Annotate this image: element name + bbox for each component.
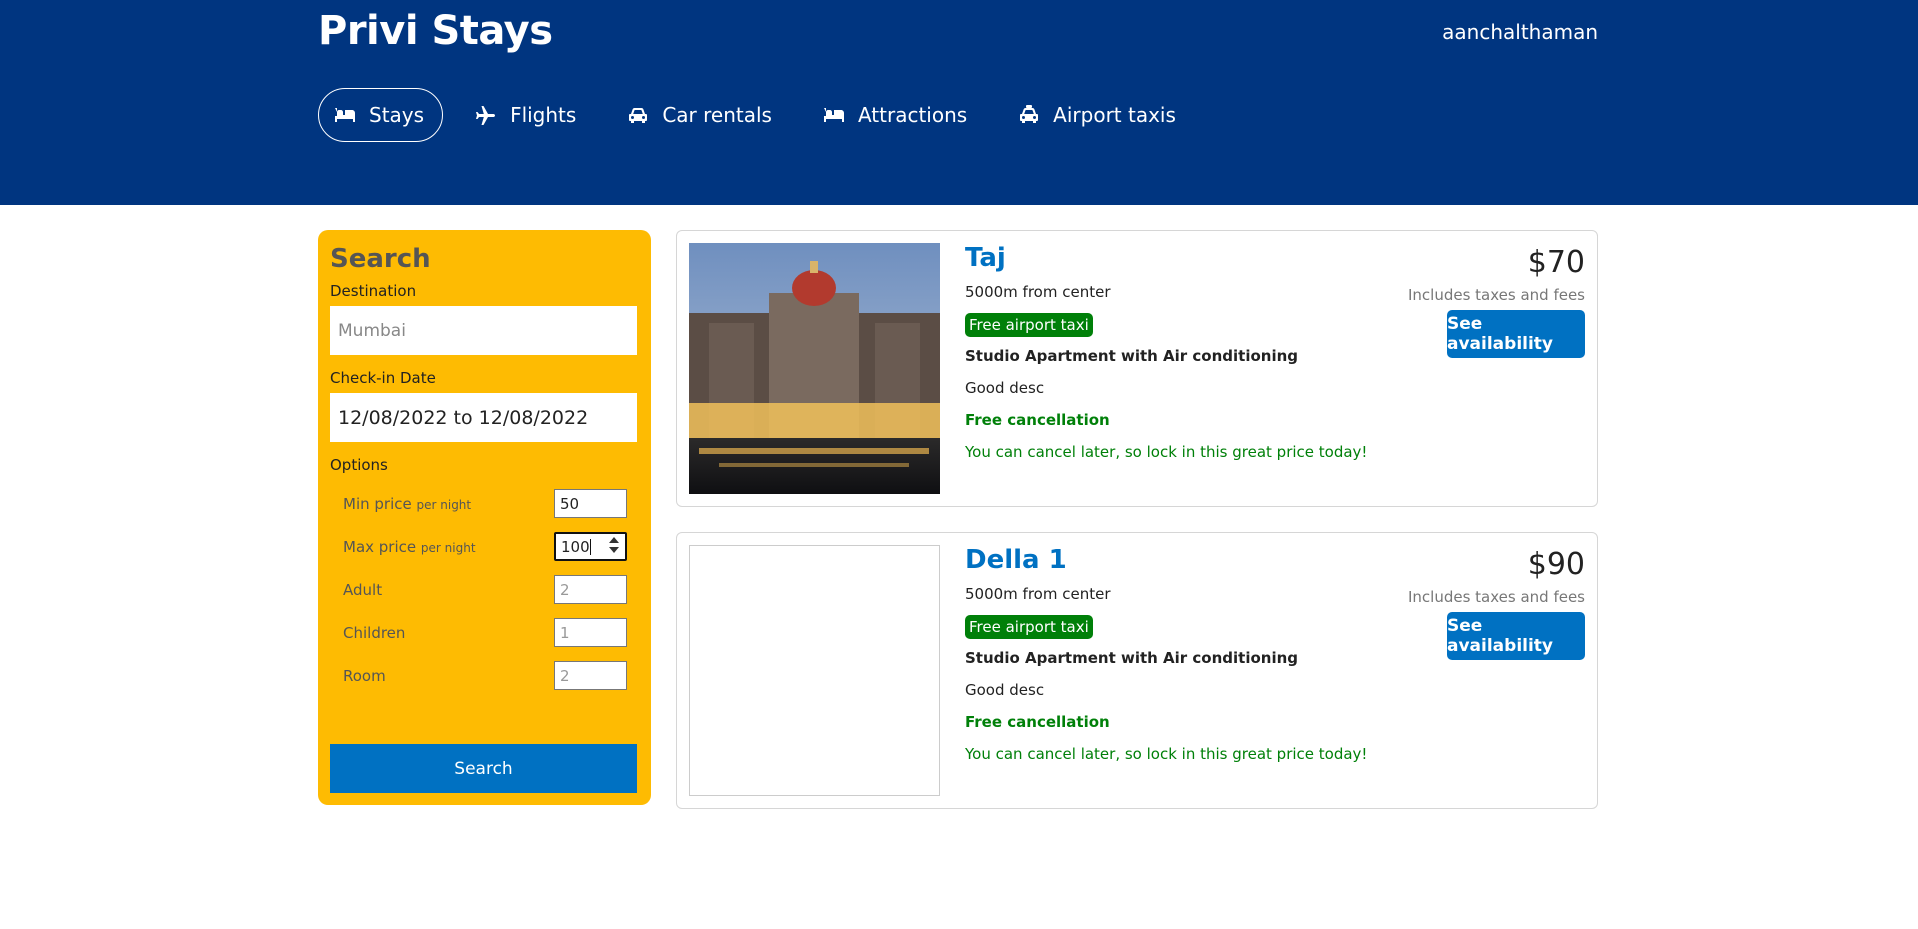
taxi-icon xyxy=(1020,105,1039,123)
hotel-room-type: Studio Apartment with Air conditioning xyxy=(965,649,1299,667)
price-section: $70 Includes taxes and fees See availabi… xyxy=(1408,245,1585,358)
options-label: Options xyxy=(330,456,388,474)
hotel-title[interactable]: Della 1 xyxy=(965,545,1385,575)
number-spinner[interactable] xyxy=(609,537,619,553)
hotel-title[interactable]: Taj xyxy=(965,243,1385,273)
search-panel: Search Destination Mumbai Check-in Date … xyxy=(318,230,651,805)
nav-label: Airport taxis xyxy=(1053,103,1176,127)
see-availability-button[interactable]: See availability xyxy=(1447,612,1585,660)
destination-label: Destination xyxy=(330,282,417,300)
username[interactable]: aanchalthaman xyxy=(1442,20,1598,44)
destination-input[interactable]: Mumbai xyxy=(330,306,637,355)
nav-item-flights[interactable]: Flights xyxy=(455,88,595,142)
taxi-badge: Free airport taxi xyxy=(965,615,1093,639)
bed-icon xyxy=(335,108,355,122)
nav-item-attractions[interactable]: Attractions xyxy=(803,88,986,142)
hotel-distance: 5000m from center xyxy=(965,283,1111,301)
checkin-date-field[interactable]: 12/08/2022 to 12/08/2022 xyxy=(330,393,637,442)
hotel-description: Good desc xyxy=(965,681,1045,699)
result-details: Della 1 5000m from center Free airport t… xyxy=(965,545,1385,763)
nav-item-stays[interactable]: Stays xyxy=(318,88,444,142)
cancellation-note: You can cancel later, so lock in this gr… xyxy=(965,443,1368,461)
nav-label: Car rentals xyxy=(662,103,772,127)
hotel-price: $70 xyxy=(1527,245,1585,280)
hotel-distance: 5000m from center xyxy=(965,585,1111,603)
nav-item-car-rentals[interactable]: Car rentals xyxy=(607,88,791,142)
search-result-item: Taj 5000m from center Free airport taxi … xyxy=(676,230,1598,507)
checkin-label: Check-in Date xyxy=(330,369,436,387)
cancellation-note: You can cancel later, so lock in this gr… xyxy=(965,745,1368,763)
adult-input[interactable]: 2 xyxy=(554,575,627,604)
bed-icon xyxy=(823,108,844,122)
site-header: Privi Stays aanchalthaman Stays Flights … xyxy=(0,0,1918,205)
hotel-description: Good desc xyxy=(965,379,1045,397)
children-input[interactable]: 1 xyxy=(554,618,627,647)
car-icon xyxy=(629,108,648,123)
search-button[interactable]: Search xyxy=(330,744,637,793)
max-price-input[interactable]: 100 xyxy=(554,532,627,561)
hotel-image[interactable] xyxy=(689,545,940,796)
plane-icon xyxy=(476,106,496,125)
min-price-input[interactable]: 50 xyxy=(554,489,627,518)
option-label: Room xyxy=(343,666,386,685)
site-logo[interactable]: Privi Stays xyxy=(318,8,553,54)
option-adult: Adult 2 xyxy=(343,568,639,611)
main-nav: Stays Flights Car rentals Attractions Ai… xyxy=(318,88,1207,142)
option-children: Children 1 xyxy=(343,611,639,654)
nav-label: Flights xyxy=(510,103,577,127)
tax-note: Includes taxes and fees xyxy=(1407,286,1585,304)
option-label: Min price per night xyxy=(343,494,472,513)
hotel-price: $90 xyxy=(1527,547,1585,582)
nav-label: Attractions xyxy=(857,103,968,127)
cancellation-title: Free cancellation xyxy=(965,713,1110,731)
room-input[interactable]: 2 xyxy=(554,661,627,690)
option-max-price: Max price per night 100 xyxy=(343,525,639,568)
price-section: $90 Includes taxes and fees See availabi… xyxy=(1408,547,1585,660)
hotel-room-type: Studio Apartment with Air conditioning xyxy=(965,347,1299,365)
see-availability-button[interactable]: See availability xyxy=(1447,310,1585,358)
search-title: Search xyxy=(330,244,431,274)
taxi-badge: Free airport taxi xyxy=(965,313,1093,337)
nav-item-airport-taxis[interactable]: Airport taxis xyxy=(998,88,1195,142)
option-min-price: Min price per night 50 xyxy=(343,482,639,525)
search-result-item: Della 1 5000m from center Free airport t… xyxy=(676,532,1598,809)
result-details: Taj 5000m from center Free airport taxi … xyxy=(965,243,1385,461)
cancellation-title: Free cancellation xyxy=(965,411,1110,429)
tax-note: Includes taxes and fees xyxy=(1407,588,1585,606)
hotel-image[interactable] xyxy=(689,243,940,494)
nav-label: Stays xyxy=(369,103,425,127)
option-label: Max price per night xyxy=(343,537,476,556)
option-room: Room 2 xyxy=(343,654,639,697)
options-list: Min price per night 50 Max price per nig… xyxy=(330,482,639,697)
option-label: Children xyxy=(343,623,406,642)
option-label: Adult xyxy=(343,580,383,599)
